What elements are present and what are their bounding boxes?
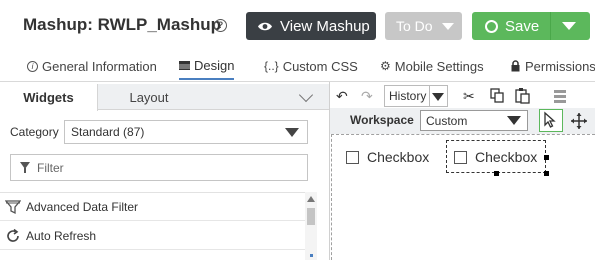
list-item-label: Advanced Data Filter (26, 199, 139, 214)
tab-label: Mobile Settings (394, 58, 484, 74)
list-item-label: Auto Refresh (26, 228, 97, 243)
help-icon[interactable]: ? (214, 19, 227, 32)
tab-design[interactable]: Design (179, 52, 235, 80)
redo-icon[interactable]: ↷ (361, 88, 373, 105)
tab-general-information[interactable]: i General Information (27, 52, 157, 80)
save-label: Save (505, 17, 540, 35)
checkbox-widget-selected[interactable]: Checkbox (454, 149, 537, 165)
tab-label: General Information (42, 58, 157, 74)
checkbox-box[interactable] (346, 150, 359, 164)
tab-permissions[interactable]: Permissions (510, 52, 595, 80)
filter-icon-stem (24, 168, 26, 173)
mashup-tabs: i General Information Design {..} Custom… (0, 52, 595, 82)
resize-handle-right[interactable] (544, 155, 549, 160)
tab-label: Design (194, 57, 235, 73)
todo-button[interactable]: To Do (385, 12, 462, 40)
workspace-value: Custom (426, 113, 468, 128)
scroll-down-icon[interactable] (310, 254, 313, 257)
category-select[interactable]: Standard (87) (64, 120, 308, 144)
scroll-thumb[interactable] (307, 208, 315, 225)
tab-mobile-settings[interactable]: ⚙ Mobile Settings (380, 52, 484, 80)
chevron-down-icon (507, 116, 521, 125)
resize-handle-corner[interactable] (544, 171, 549, 176)
checkbox-label: Checkbox (475, 149, 538, 165)
tab-label: Permissions (525, 58, 595, 74)
refresh-icon (7, 228, 19, 242)
list-item[interactable]: Advanced Data Filter (0, 193, 305, 221)
filter-input[interactable]: Filter (10, 154, 308, 181)
save-dropdown-icon[interactable] (562, 22, 576, 30)
filter-placeholder: Filter (37, 160, 64, 175)
chevron-down-icon (441, 22, 454, 30)
paste-icon[interactable] (515, 87, 530, 104)
todo-label: To Do (396, 18, 433, 34)
design-icon (179, 60, 190, 70)
save-button[interactable]: Save (472, 12, 590, 40)
tab-layout[interactable]: Layout (98, 84, 200, 110)
left-panel-tabs: Widgets Layout (0, 84, 330, 111)
pointer-icon (544, 111, 556, 128)
chevron-down-icon (432, 93, 444, 101)
tab-widgets[interactable]: Widgets (0, 84, 98, 111)
widget-list-scrollbar[interactable] (305, 192, 317, 260)
tab-label: Custom CSS (282, 58, 358, 74)
checkbox-box[interactable] (454, 150, 467, 164)
chevron-down-icon (285, 128, 299, 137)
circle-icon (485, 19, 498, 33)
checkbox-widget[interactable]: Checkbox (346, 149, 429, 165)
scroll-up-icon[interactable] (307, 196, 315, 202)
header-divider (0, 81, 595, 82)
checkbox-label: Checkbox (367, 149, 430, 165)
lock-icon (511, 60, 520, 72)
view-mashup-label: View Mashup (280, 17, 370, 35)
save-divider (550, 12, 551, 40)
copy-icon[interactable] (490, 88, 504, 103)
history-select[interactable]: History (384, 85, 448, 107)
eye-icon (258, 22, 272, 30)
list-item[interactable]: Auto Refresh (0, 222, 305, 250)
info-icon: i (27, 60, 38, 72)
move-icon[interactable] (570, 112, 588, 130)
workspace-label: Workspace (350, 113, 414, 127)
page-title: Mashup: RWLP_Mashup (23, 15, 222, 34)
cut-icon[interactable]: ✂ (463, 88, 475, 105)
history-label: History (389, 89, 427, 103)
align-icon[interactable] (553, 89, 567, 103)
gear-icon: ⚙ (380, 59, 391, 73)
tab-custom-css[interactable]: {..} Custom CSS (264, 52, 358, 80)
category-value: Standard (87) (71, 125, 145, 139)
resize-handle-bottom[interactable] (494, 171, 499, 176)
history-separator (429, 86, 430, 106)
category-label: Category (10, 125, 59, 139)
undo-icon[interactable]: ↶ (336, 88, 348, 105)
select-tool-button[interactable] (539, 109, 563, 132)
funnel-icon (5, 200, 21, 215)
css-braces-icon: {..} (264, 59, 279, 73)
widget-list: Advanced Data Filter Auto Refresh (0, 192, 305, 260)
workspace-select[interactable]: Custom (420, 110, 528, 131)
view-mashup-button[interactable]: View Mashup (246, 12, 376, 40)
